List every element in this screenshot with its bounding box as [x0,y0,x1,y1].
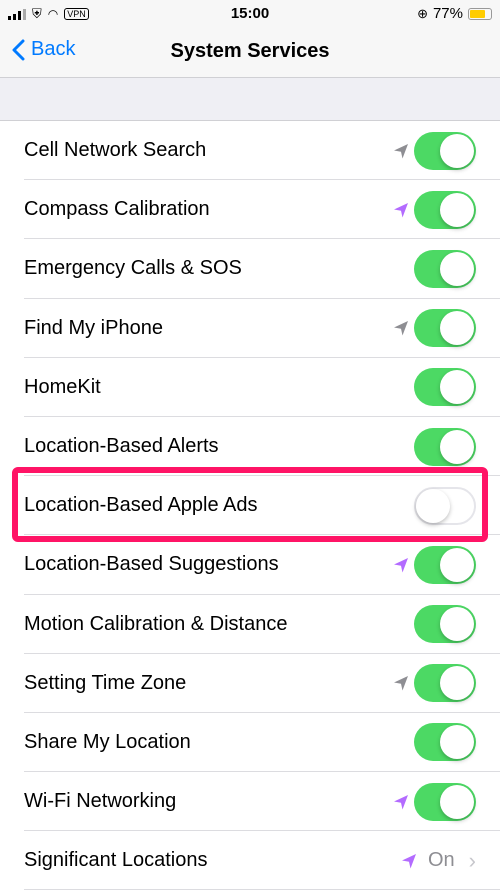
service-row: Share My Location [0,713,500,773]
significant-locations-row[interactable]: Significant Locations On › [0,831,500,890]
service-label: Significant Locations [24,849,208,872]
toggle-knob [440,607,474,642]
service-label: HomeKit [24,375,101,398]
toggle-knob [440,133,474,168]
toggle-knob [440,429,474,464]
service-toggle[interactable] [414,249,476,288]
toggle-knob [440,251,474,286]
service-label: Cell Network Search [24,139,207,162]
service-row: Location-Based Apple Ads [0,476,500,536]
battery-icon [468,7,492,20]
service-row: Setting Time Zone [0,654,500,714]
service-toggle[interactable] [414,190,476,229]
service-label: Location-Based Alerts [24,435,219,458]
service-row: Cell Network Search [0,121,500,181]
status-bar: ⛨ ◠ VPN 15:00 ⊕ 77% [0,0,500,28]
toggle-knob [416,488,450,523]
toggle-knob [440,192,474,227]
service-toggle[interactable] [414,605,476,644]
services-list: Cell Network Search Compass Calibration Em… [0,120,500,890]
rotation-lock-icon: ⊕ [417,5,428,21]
service-toggle[interactable] [414,782,476,821]
service-toggle[interactable] [414,664,476,703]
toggle-knob [440,370,474,405]
service-label: Location-Based Apple Ads [24,494,258,517]
service-toggle[interactable] [414,309,476,348]
location-arrow-icon [401,853,416,869]
toggle-knob [440,784,474,819]
navigation-bar: Back System Services [0,28,500,78]
service-label: Wi-Fi Networking [24,790,177,813]
service-row: Compass Calibration [0,180,500,240]
service-row: Location-Based Alerts [0,417,500,477]
status-value: On [427,849,455,872]
service-row: Location-Based Suggestions [0,535,500,595]
service-toggle[interactable] [414,368,476,407]
location-arrow-icon [394,676,408,691]
location-arrow-icon [394,202,408,218]
battery-percent: 77% [432,5,463,22]
location-arrow-icon [394,557,408,573]
service-row: Emergency Calls & SOS [0,239,500,299]
service-row: Motion Calibration & Distance [0,595,500,654]
location-arrow-icon [394,143,408,159]
toggle-knob [440,666,474,701]
service-label: Motion Calibration & Distance [24,612,288,635]
service-label: Emergency Calls & SOS [24,257,242,280]
location-arrow-icon [394,321,408,336]
service-toggle[interactable] [414,131,476,170]
service-toggle[interactable] [414,427,476,466]
service-label: Compass Calibration [24,198,210,221]
toggle-knob [440,311,474,346]
service-toggle[interactable] [414,723,476,762]
service-toggle[interactable] [414,486,476,525]
page-title: System Services [170,40,330,62]
service-toggle[interactable] [414,545,476,584]
service-row: Find My iPhone [0,299,500,358]
location-arrow-icon [394,794,408,810]
toggle-knob [440,725,474,760]
service-label: Find My iPhone [24,316,163,339]
service-row: Wi-Fi Networking [0,772,500,832]
chevron-right-icon: › [468,847,476,873]
service-label: Share My Location [24,730,191,753]
service-row: HomeKit [0,358,500,418]
service-label: Setting Time Zone [24,671,187,694]
service-label: Location-Based Suggestions [24,553,279,576]
toggle-knob [440,547,474,582]
